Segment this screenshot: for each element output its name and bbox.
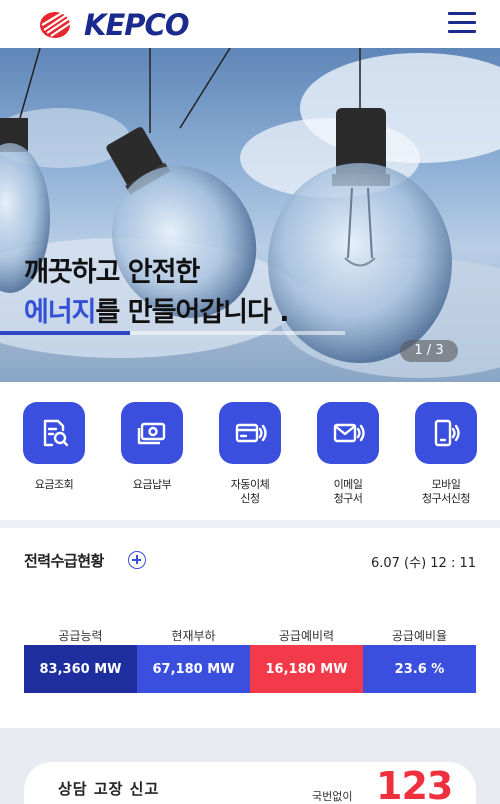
hamburger-menu-icon[interactable] <box>448 12 476 36</box>
supply-capacity-label: 공급능력 <box>58 629 103 643</box>
current-load-value: 67,180 MW <box>137 645 250 693</box>
hero-line-1: 깨끗하고 안전한 <box>24 257 200 288</box>
power-supply-time: 6.07 (수) 12 : 11 <box>370 556 476 571</box>
quick-label: 자동이체 신청 <box>230 478 270 505</box>
quick-label: 요금납부 <box>132 478 172 491</box>
contact-number[interactable]: 123 <box>376 764 453 804</box>
hero-banner[interactable]: 깨끗하고 안전한 에너지를 만들어갑니다 . 1 / 3 <box>0 48 500 382</box>
power-supply-title: 전력수급현황 <box>24 552 104 570</box>
kepco-logo[interactable]: KEPCO <box>38 8 189 42</box>
quick-item-bill-inquiry[interactable]: 요금조회 <box>14 402 94 492</box>
power-supply-values: 83,360 MW 67,180 MW 16,180 MW 23.6 % <box>24 645 476 693</box>
reserve-power-label: 공급예비력 <box>278 629 335 643</box>
bill-search-icon <box>23 402 85 464</box>
hero-accent: 에너지 <box>24 297 97 328</box>
hero-line-2-rest: 를 만들어갑니다 . <box>95 297 290 328</box>
quick-item-auto-transfer[interactable]: 자동이체 신청 <box>210 402 290 506</box>
hero-line-2: 에너지를 만들어갑니다 . <box>24 293 290 333</box>
quick-item-bill-payment[interactable]: 요금납부 <box>112 402 192 492</box>
auto-transfer-icon <box>219 402 281 464</box>
hero-headline: 깨끗하고 안전한 에너지를 만들어갑니다 . <box>24 253 290 333</box>
logo-text: KEPCO <box>84 8 189 42</box>
quick-label: 요금조회 <box>34 478 74 491</box>
quick-services: 요금조회 요금납부 자동이체 신청 이메일 청구서 모바일 청구서신청 <box>0 382 500 520</box>
contact-title: 상담 고장 신고 <box>58 780 160 798</box>
quick-item-mobile-bill[interactable]: 모바일 청구서신청 <box>406 402 486 506</box>
quick-label: 이메일 청구서 <box>333 478 363 505</box>
power-supply-section: 전력수급현황 6.07 (수) 12 : 11 공급능력 현재부하 공급예비력 … <box>0 528 500 720</box>
payment-card-icon <box>121 402 183 464</box>
hero-progress-bar <box>0 331 345 335</box>
header: KEPCO <box>0 0 500 48</box>
kepco-logo-icon <box>40 12 73 38</box>
email-bill-icon <box>317 402 379 464</box>
reserve-power-value: 16,180 MW <box>250 645 363 693</box>
current-load-label: 현재부하 <box>171 629 216 643</box>
quick-label: 모바일 청구서신청 <box>421 478 471 505</box>
power-supply-labels: 공급능력 현재부하 공급예비력 공급예비율 <box>24 627 476 644</box>
slide-pager[interactable]: 1 / 3 <box>400 340 458 362</box>
section-divider <box>0 520 500 528</box>
hero-progress-fill <box>0 331 130 335</box>
reserve-rate-label: 공급예비율 <box>391 629 448 643</box>
quick-item-email-bill[interactable]: 이메일 청구서 <box>308 402 388 506</box>
mobile-bill-icon <box>415 402 477 464</box>
contact-card[interactable]: 상담 고장 신고 국번없이 123 <box>24 762 476 804</box>
contact-section: 상담 고장 신고 국번없이 123 <box>0 728 500 804</box>
supply-capacity-value: 83,360 MW <box>24 645 137 693</box>
plus-circle-icon[interactable] <box>128 551 146 569</box>
contact-sub: 국번없이 <box>312 790 353 803</box>
reserve-rate-value: 23.6 % <box>363 645 476 693</box>
